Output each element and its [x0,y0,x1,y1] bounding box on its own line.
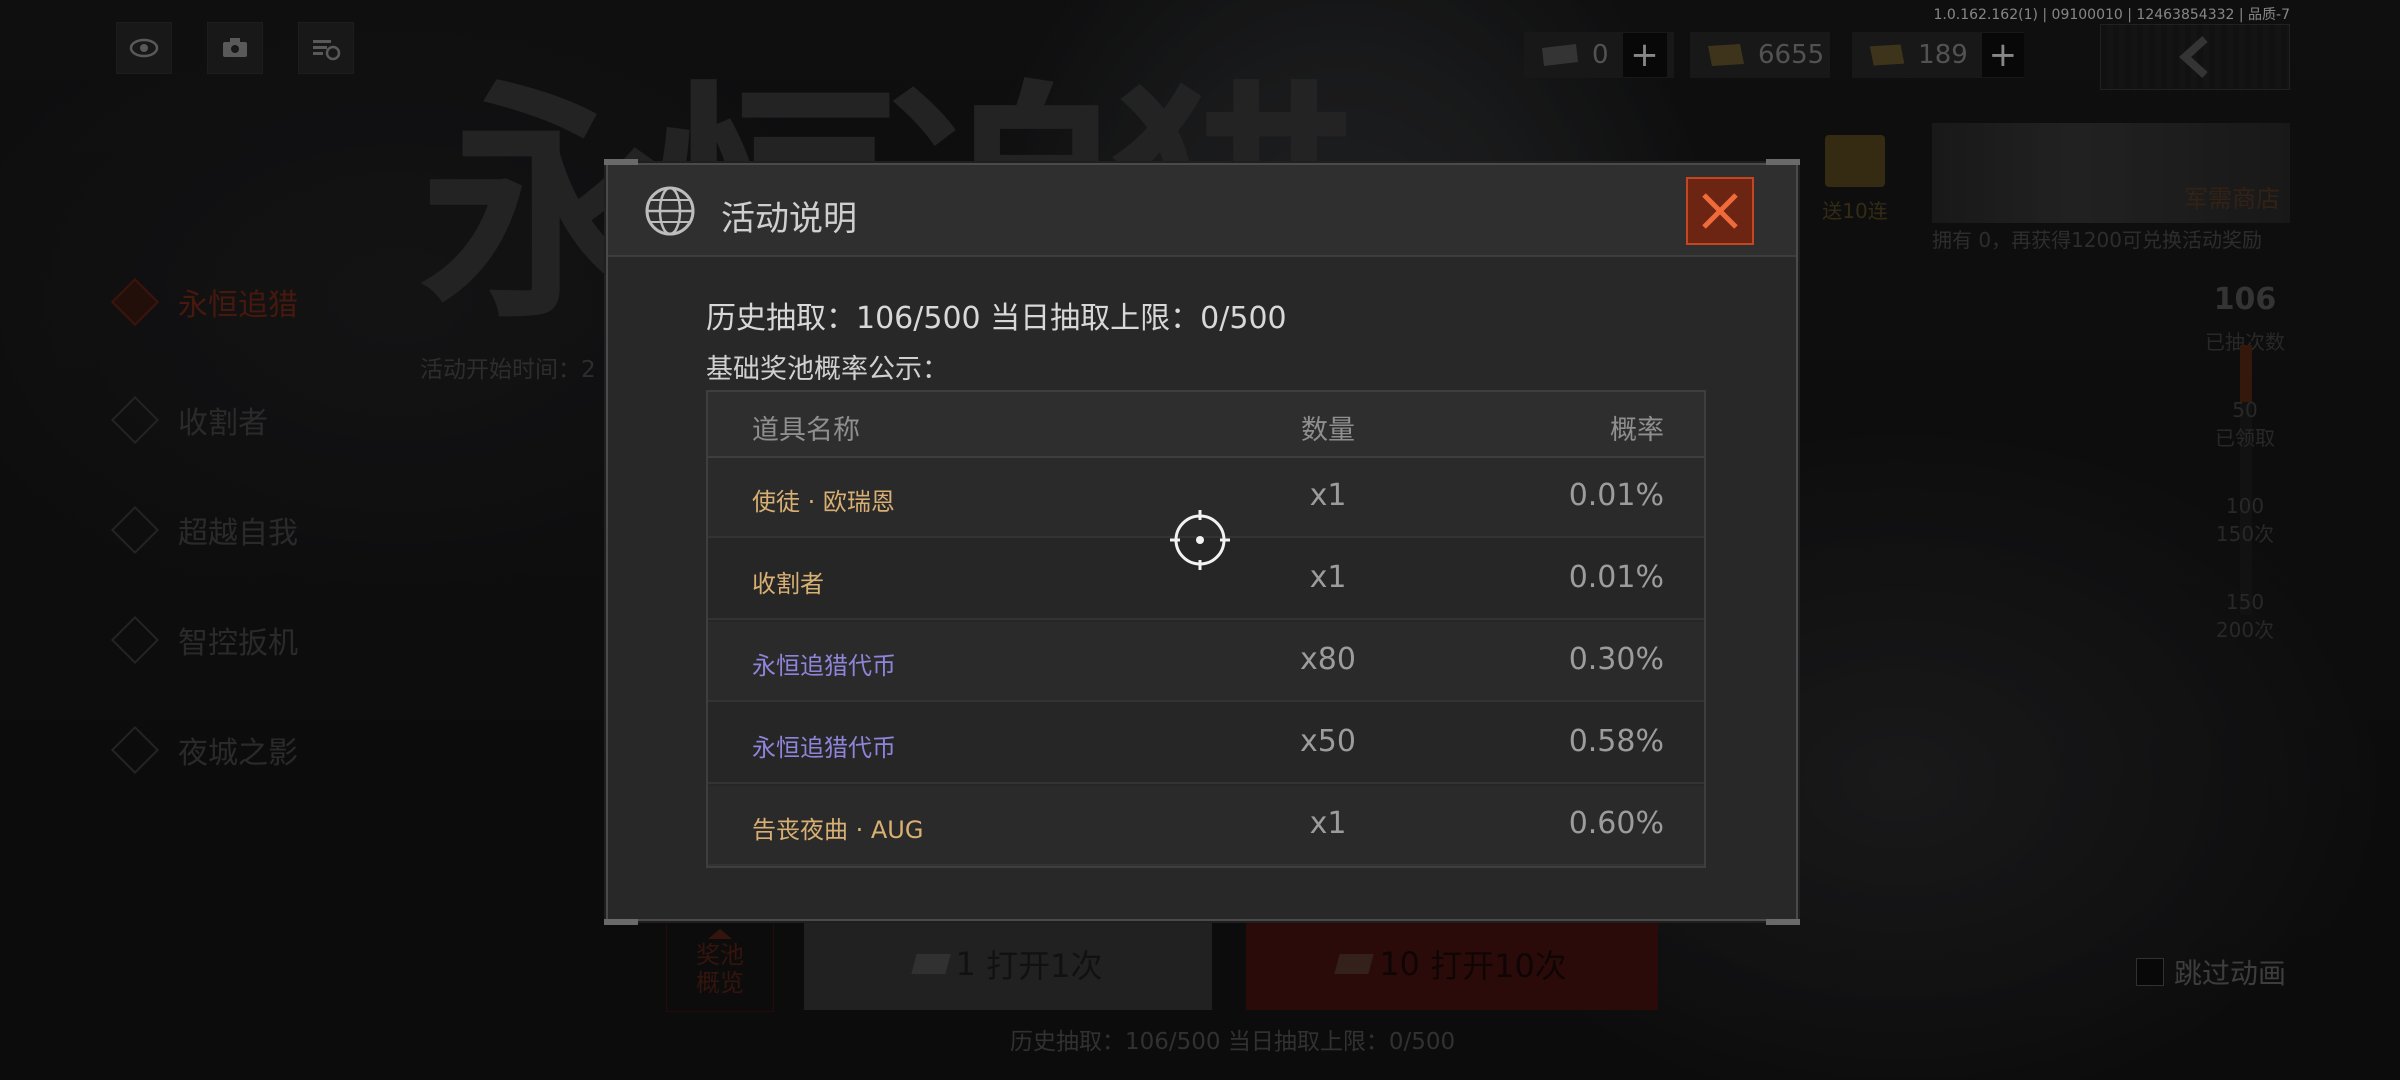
item-probability: 0.60% [1568,806,1664,841]
column-header-prob: 概率 [1610,415,1664,446]
close-icon [1702,193,1738,229]
item-quantity: x1 [1309,806,1347,841]
item-quantity: x1 [1309,478,1347,513]
close-button[interactable] [1686,177,1754,245]
item-quantity: x80 [1300,642,1356,677]
item-quantity: x1 [1309,560,1347,595]
item-quantity: x50 [1300,724,1356,759]
item-name: 使徒 · 欧瑞恩 [752,488,895,516]
table-row: 告丧夜曲 · AUG x1 0.60% [708,786,1704,866]
item-name: 收割者 [752,570,824,598]
item-probability: 0.30% [1568,642,1664,677]
item-name: 永恒追猎代币 [752,734,896,762]
pool-heading: 基础奖池概率公示： [706,354,949,385]
table-header: 道具名称 数量 概率 [708,392,1704,458]
item-probability: 0.01% [1568,478,1664,513]
column-header-qty: 数量 [1301,415,1355,446]
globe-icon [645,186,695,236]
item-probability: 0.58% [1568,724,1664,759]
table-row: 永恒追猎代币 x80 0.30% [708,622,1704,702]
item-name: 告丧夜曲 · AUG [752,816,924,844]
dialog-header: 活动说明 [608,165,1796,257]
dialog-corner [604,919,638,925]
dialog-body: 历史抽取：106/500 当日抽取上限：0/500 基础奖池概率公示： 道具名称… [608,257,1796,919]
crosshair-cursor-icon [1170,510,1230,570]
column-header-name: 道具名称 [752,415,860,446]
probability-table[interactable]: 道具名称 数量 概率 使徒 · 欧瑞恩 x1 0.01% 收割者 x1 0.01% 永恒追猎… [706,390,1706,868]
item-probability: 0.01% [1568,560,1664,595]
item-name: 永恒追猎代币 [752,652,896,680]
draw-stat-line: 历史抽取：106/500 当日抽取上限：0/500 [706,301,1287,336]
table-row: 永恒追猎代币 x50 0.58% [708,704,1704,784]
dialog-title: 活动说明 [721,199,857,239]
dialog-corner [1766,919,1800,925]
game-scene: 1.0.162.162(1) | 09100010 | 12463854332 … [0,0,2400,1080]
